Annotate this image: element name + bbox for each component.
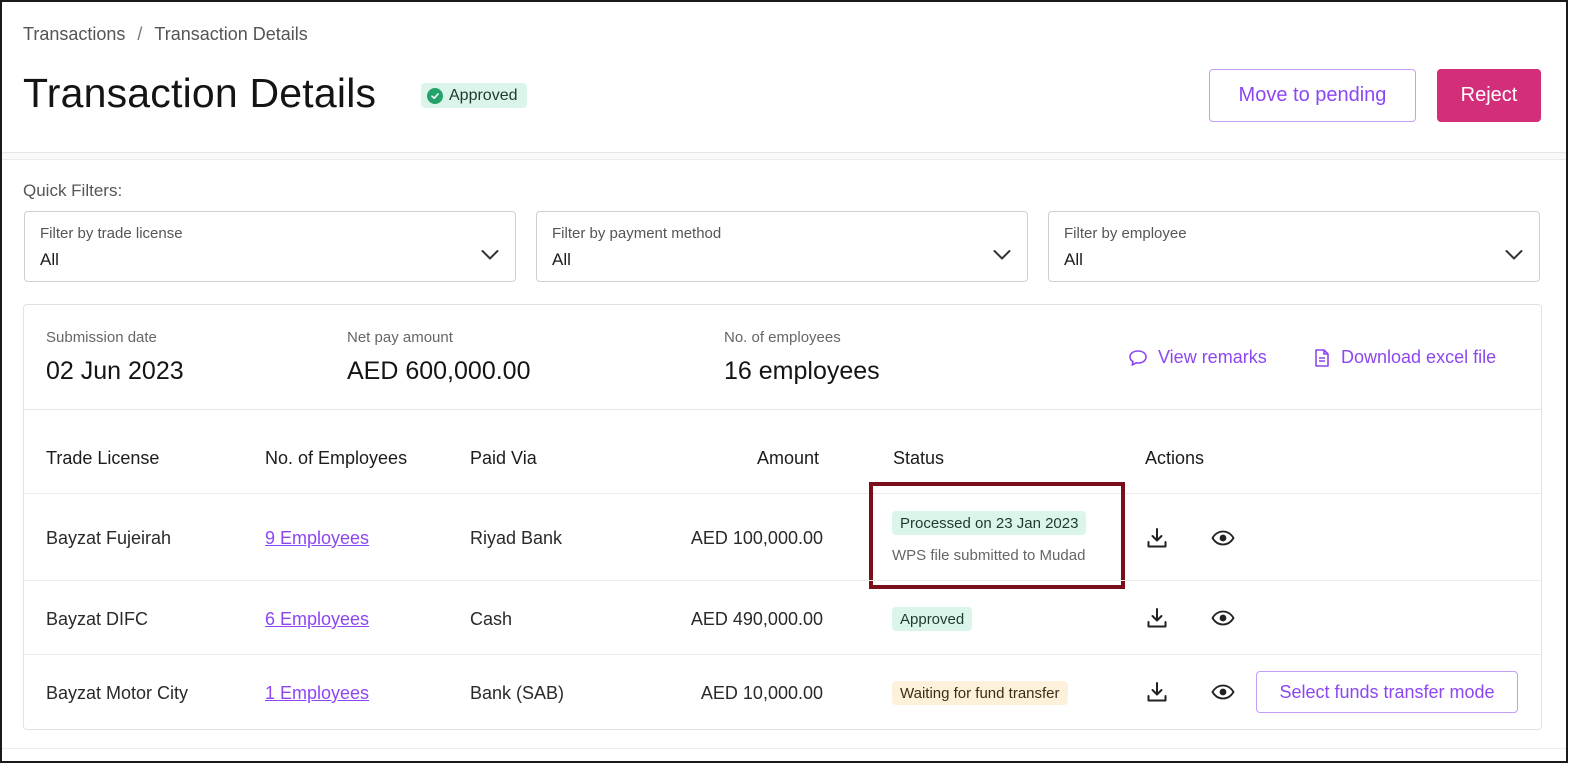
employees-link[interactable]: 9 Employees <box>265 528 369 549</box>
column-header-trade-license: Trade License <box>46 448 160 468</box>
column-header-actions: Actions <box>1145 448 1205 468</box>
table-cell-trade-license: Bayzat Motor City <box>46 683 189 703</box>
breadcrumb-current: Transaction Details <box>154 24 308 44</box>
download-excel-link[interactable]: Download excel file <box>1313 347 1496 368</box>
status-badge-label: Approved <box>449 86 518 104</box>
download-excel-label: Download excel file <box>1341 347 1497 367</box>
eye-icon[interactable] <box>1210 525 1236 551</box>
breadcrumb-separator: / <box>137 24 143 44</box>
view-remarks-label: View remarks <box>1158 347 1267 367</box>
employees-count-label: No. of employees <box>724 329 841 346</box>
employees-count-value: 16 employees <box>724 357 880 385</box>
status-badge-approved: Approved <box>892 607 973 631</box>
payment-method-filter[interactable]: Filter by payment method All <box>536 211 1028 282</box>
breadcrumb-transactions[interactable]: Transactions <box>23 24 125 45</box>
view-remarks-link[interactable]: View remarks <box>1128 347 1267 368</box>
app-frame: Transactions / Transaction Details Trans… <box>0 0 1568 763</box>
table-cell-paid-via: Cash <box>470 609 513 629</box>
transaction-card: Submission date 02 Jun 2023 Net pay amou… <box>23 304 1542 730</box>
footer-divider <box>2 748 1566 749</box>
chevron-down-icon <box>993 250 1011 260</box>
status-badge: Approved <box>421 83 527 108</box>
download-icon[interactable] <box>1144 679 1170 705</box>
column-header-employees: No. of Employees <box>265 448 408 468</box>
table-cell-trade-license: Bayzat DIFC <box>46 609 149 629</box>
eye-icon[interactable] <box>1210 605 1236 631</box>
table-cell-paid-via: Bank (SAB) <box>470 683 565 703</box>
table-cell-amount: AED 490,000.00 <box>690 609 823 629</box>
row-divider <box>24 493 1541 494</box>
breadcrumb: Transactions / Transaction Details <box>23 24 308 45</box>
comment-icon <box>1129 349 1147 366</box>
table-cell-amount: AED 10,000.00 <box>700 683 823 703</box>
trade-license-filter-label: Filter by trade license <box>40 225 183 242</box>
trade-license-filter[interactable]: Filter by trade license All <box>24 211 516 282</box>
trade-license-filter-value: All <box>40 250 59 269</box>
column-header-status: Status <box>893 448 945 468</box>
employee-filter-label: Filter by employee <box>1064 225 1187 242</box>
select-funds-transfer-mode-button[interactable]: Select funds transfer mode <box>1256 671 1518 713</box>
reject-button[interactable]: Reject <box>1437 69 1541 122</box>
quick-filters-label: Quick Filters: <box>23 181 123 200</box>
chevron-down-icon <box>1505 250 1523 260</box>
download-icon[interactable] <box>1144 605 1170 631</box>
employee-filter-value: All <box>1064 250 1083 269</box>
move-to-pending-button[interactable]: Move to pending <box>1209 69 1416 122</box>
employee-filter[interactable]: Filter by employee All <box>1048 211 1540 282</box>
payment-method-filter-value: All <box>552 250 571 269</box>
header-divider <box>2 152 1566 160</box>
page-title: Transaction Details <box>23 70 377 116</box>
status-badge-waiting: Waiting for fund transfer <box>892 681 1068 705</box>
net-pay-label: Net pay amount <box>347 329 453 346</box>
document-icon <box>1315 348 1329 367</box>
table-cell-trade-license: Bayzat Fujeirah <box>46 528 172 548</box>
net-pay-value: AED 600,000.00 <box>347 357 531 385</box>
column-header-amount: Amount <box>757 448 820 468</box>
row-divider <box>24 580 1541 581</box>
row-divider <box>24 654 1541 655</box>
employees-link[interactable]: 1 Employees <box>265 683 369 704</box>
column-header-paid-via: Paid Via <box>470 448 537 468</box>
chevron-down-icon <box>481 250 499 260</box>
submission-date-label: Submission date <box>46 329 157 346</box>
table-cell-paid-via: Riyad Bank <box>470 528 563 548</box>
submission-date-value: 02 Jun 2023 <box>46 357 184 385</box>
download-icon[interactable] <box>1144 525 1170 551</box>
employees-link[interactable]: 6 Employees <box>265 609 369 630</box>
check-circle-icon <box>427 87 443 104</box>
table-cell-amount: AED 100,000.00 <box>690 528 823 548</box>
summary-divider <box>24 409 1541 410</box>
payment-method-filter-label: Filter by payment method <box>552 225 722 242</box>
highlight-box <box>869 482 1125 589</box>
eye-icon[interactable] <box>1210 679 1236 705</box>
